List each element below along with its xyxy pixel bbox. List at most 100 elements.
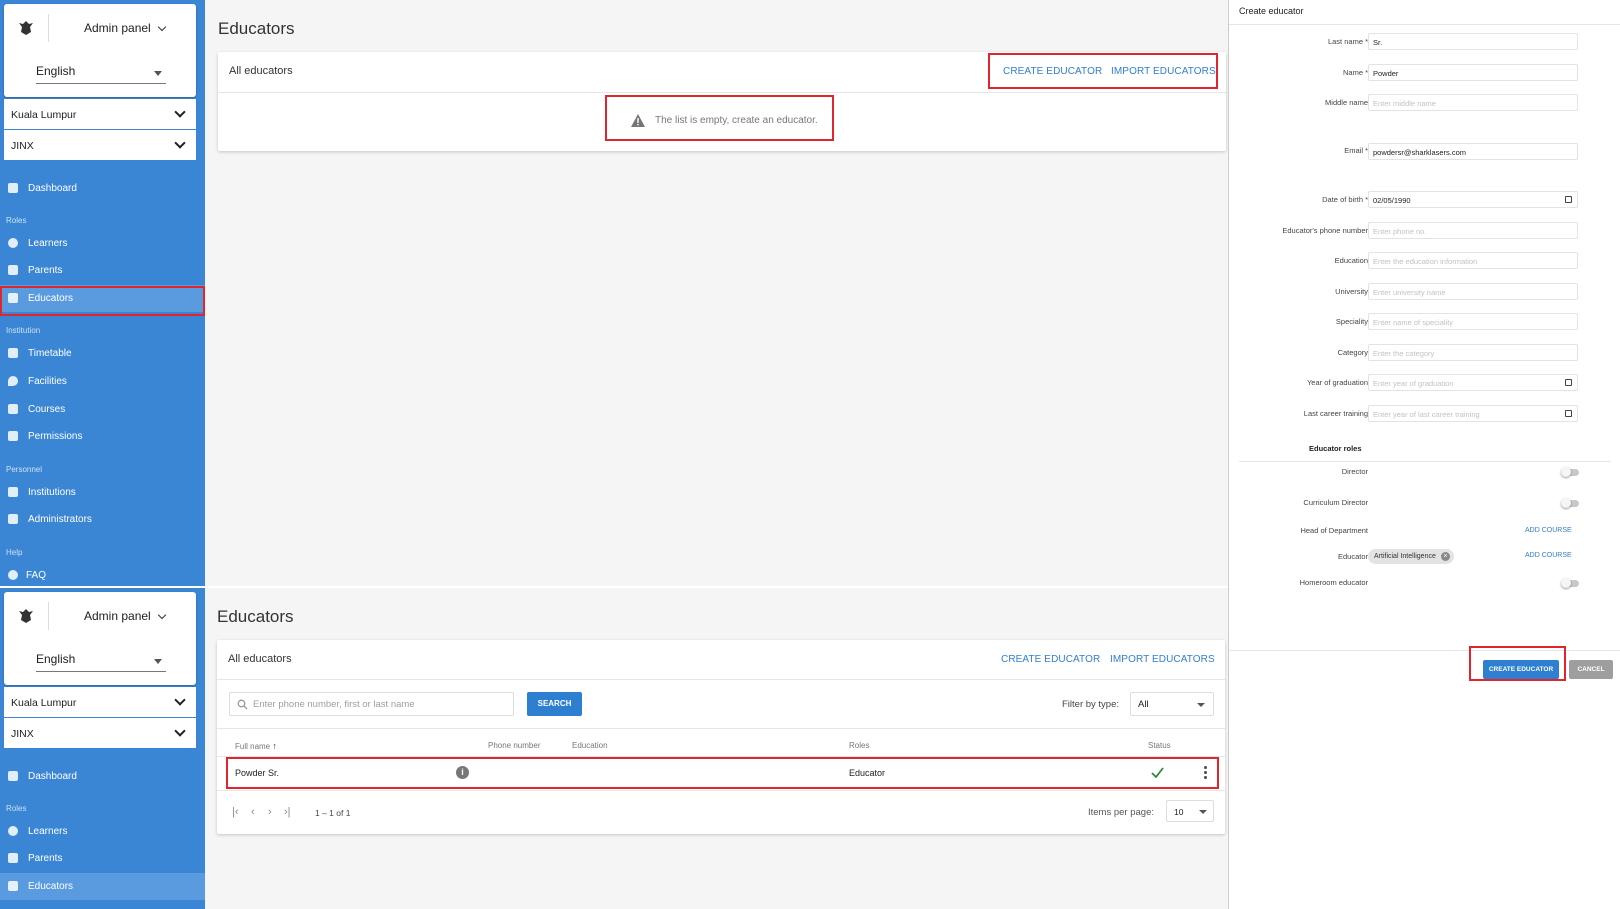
- column-education: Education: [572, 741, 608, 750]
- admin-panel-dropdown[interactable]: Admin panel: [84, 21, 166, 35]
- highlight-actions: [988, 53, 1218, 89]
- first-page-button[interactable]: |‹: [232, 806, 239, 818]
- sidebar-item-educators[interactable]: Educators: [0, 873, 205, 900]
- sidebar-item-parents[interactable]: Parents: [0, 257, 205, 284]
- label-educator: Educator: [1337, 552, 1368, 561]
- sidebar-item-permissions[interactable]: Permissions: [0, 423, 205, 450]
- sidebar-item-label: Dashboard: [28, 771, 77, 782]
- add-course-button-educator[interactable]: ADD COURSE: [1525, 552, 1572, 559]
- search-input[interactable]: Enter phone number, first or last name: [229, 692, 514, 716]
- top-panel: Admin panel English Kuala Lumpur JINX Da…: [0, 0, 1228, 586]
- sidebar-item-dashboard[interactable]: Dashboard: [0, 175, 205, 202]
- column-phone: Phone number: [488, 741, 541, 750]
- sidebar-item-learners[interactable]: Learners: [0, 230, 205, 257]
- university-field[interactable]: Enter university name: [1368, 283, 1578, 300]
- permissions-icon: [8, 431, 18, 441]
- sidebar-item-learners[interactable]: Learners: [0, 818, 205, 845]
- label-training: Last career training: [1303, 409, 1368, 418]
- sidebar-item-dashboard[interactable]: Dashboard: [0, 763, 205, 790]
- create-educator-button[interactable]: CREATE EDUCATOR: [1001, 654, 1100, 665]
- label-email: Email *: [1344, 146, 1368, 155]
- caret-down-icon: [1199, 810, 1207, 814]
- sidebar-item-courses[interactable]: Courses: [0, 396, 205, 423]
- brand-card: Admin panel English: [4, 4, 196, 97]
- career-training-field[interactable]: Enter year of last career training: [1368, 405, 1578, 422]
- filter-type-select[interactable]: All: [1130, 692, 1214, 716]
- calendar-icon[interactable]: [1565, 379, 1572, 386]
- homeroom-toggle[interactable]: [1561, 578, 1579, 588]
- sidebar-item-timetable[interactable]: Timetable: [0, 340, 205, 367]
- add-course-button-hod[interactable]: ADD COURSE: [1525, 527, 1572, 534]
- name-field[interactable]: Powder: [1368, 64, 1578, 81]
- divider: [1229, 24, 1620, 25]
- course-icon: [8, 404, 18, 414]
- sidebar-item-facilities[interactable]: Facilities: [0, 368, 205, 395]
- last-page-button[interactable]: ›|: [284, 806, 291, 818]
- sidebar-item-institutions[interactable]: Institutions: [0, 479, 205, 506]
- admin-panel-dropdown[interactable]: Admin panel: [84, 609, 166, 623]
- sidebar-item-administrators[interactable]: Administrators: [0, 506, 205, 533]
- sidebar-item-label: Administrators: [28, 514, 92, 525]
- school-value: JINX: [11, 728, 34, 740]
- email-field[interactable]: powdersr@sharklasers.com: [1368, 143, 1578, 160]
- label-director: Director: [1341, 467, 1368, 476]
- city-select[interactable]: Kuala Lumpur: [4, 687, 196, 717]
- graduation-year-field[interactable]: Enter year of graduation: [1368, 374, 1578, 391]
- label-education: Education: [1334, 256, 1368, 265]
- education-field[interactable]: Enter the education information: [1368, 252, 1578, 269]
- school-select[interactable]: JINX: [4, 130, 196, 160]
- calendar-icon[interactable]: [1565, 410, 1572, 417]
- sidebar-item-label: Dashboard: [28, 183, 77, 194]
- section-roles: Roles: [6, 216, 27, 225]
- phone-field[interactable]: Enter phone no.: [1368, 222, 1578, 239]
- city-select[interactable]: Kuala Lumpur: [4, 99, 196, 129]
- close-icon[interactable]: ×: [1440, 552, 1450, 561]
- column-full-name[interactable]: Full name ↑: [235, 741, 277, 751]
- label-homeroom: Homeroom educator: [1299, 578, 1368, 587]
- items-per-page-select[interactable]: 10: [1166, 800, 1214, 822]
- date-of-birth-field[interactable]: 02/05/1990: [1368, 191, 1578, 208]
- sidebar-item-parents[interactable]: Parents: [0, 845, 205, 872]
- sidebar-item-faq[interactable]: FAQ: [0, 562, 205, 586]
- speciality-field[interactable]: Enter name of speciality: [1368, 313, 1578, 330]
- filter-label: Filter by type:: [1062, 699, 1120, 710]
- middle-name-field[interactable]: Enter middle name: [1368, 94, 1578, 111]
- city-value: Kuala Lumpur: [11, 109, 77, 121]
- label-last-name: Last name *: [1327, 37, 1368, 46]
- chevron-down-icon: [157, 22, 166, 32]
- sidebar-item-label: Timetable: [28, 348, 72, 359]
- label-curriculum-director: Curriculum Director: [1303, 498, 1368, 507]
- calendar-icon[interactable]: [1565, 196, 1572, 203]
- learner-icon: [8, 238, 18, 248]
- sidebar-item-label: FAQ: [26, 570, 47, 581]
- divider: [217, 790, 1225, 791]
- category-field[interactable]: Enter the category: [1368, 344, 1578, 361]
- filter-value: All: [1138, 699, 1149, 710]
- page-title: Educators: [217, 607, 294, 626]
- create-educator-dialog: Create educator Last name * Sr. Name * P…: [1228, 0, 1620, 909]
- language-select[interactable]: English: [36, 652, 166, 672]
- last-name-field[interactable]: Sr.: [1368, 33, 1578, 50]
- language-select[interactable]: English: [36, 64, 166, 84]
- location-pin-icon: [8, 376, 18, 386]
- director-toggle[interactable]: [1561, 467, 1579, 477]
- eagle-logo-icon: [19, 609, 33, 623]
- course-chip: Artificial Intelligence ×: [1368, 549, 1454, 564]
- chevron-down-icon: [174, 137, 186, 149]
- import-educators-button[interactable]: IMPORT EDUCATORS: [1110, 654, 1215, 665]
- admin-user-icon: [8, 514, 18, 524]
- page-title: Educators: [218, 19, 295, 38]
- search-button[interactable]: SEARCH: [527, 692, 582, 716]
- cancel-button[interactable]: CANCEL: [1569, 660, 1613, 679]
- prev-page-button[interactable]: ‹: [251, 806, 255, 818]
- column-status: Status: [1148, 741, 1171, 750]
- school-select[interactable]: JINX: [4, 718, 196, 748]
- curriculum-director-toggle[interactable]: [1561, 498, 1579, 508]
- chevron-down-icon: [174, 725, 186, 737]
- next-page-button[interactable]: ›: [268, 806, 272, 818]
- highlight-empty: [605, 95, 834, 141]
- label-speciality: Speciality: [1335, 317, 1368, 326]
- sidebar-item-label: Parents: [28, 853, 63, 864]
- items-per-page-value: 10: [1174, 807, 1184, 817]
- column-roles: Roles: [849, 741, 870, 750]
